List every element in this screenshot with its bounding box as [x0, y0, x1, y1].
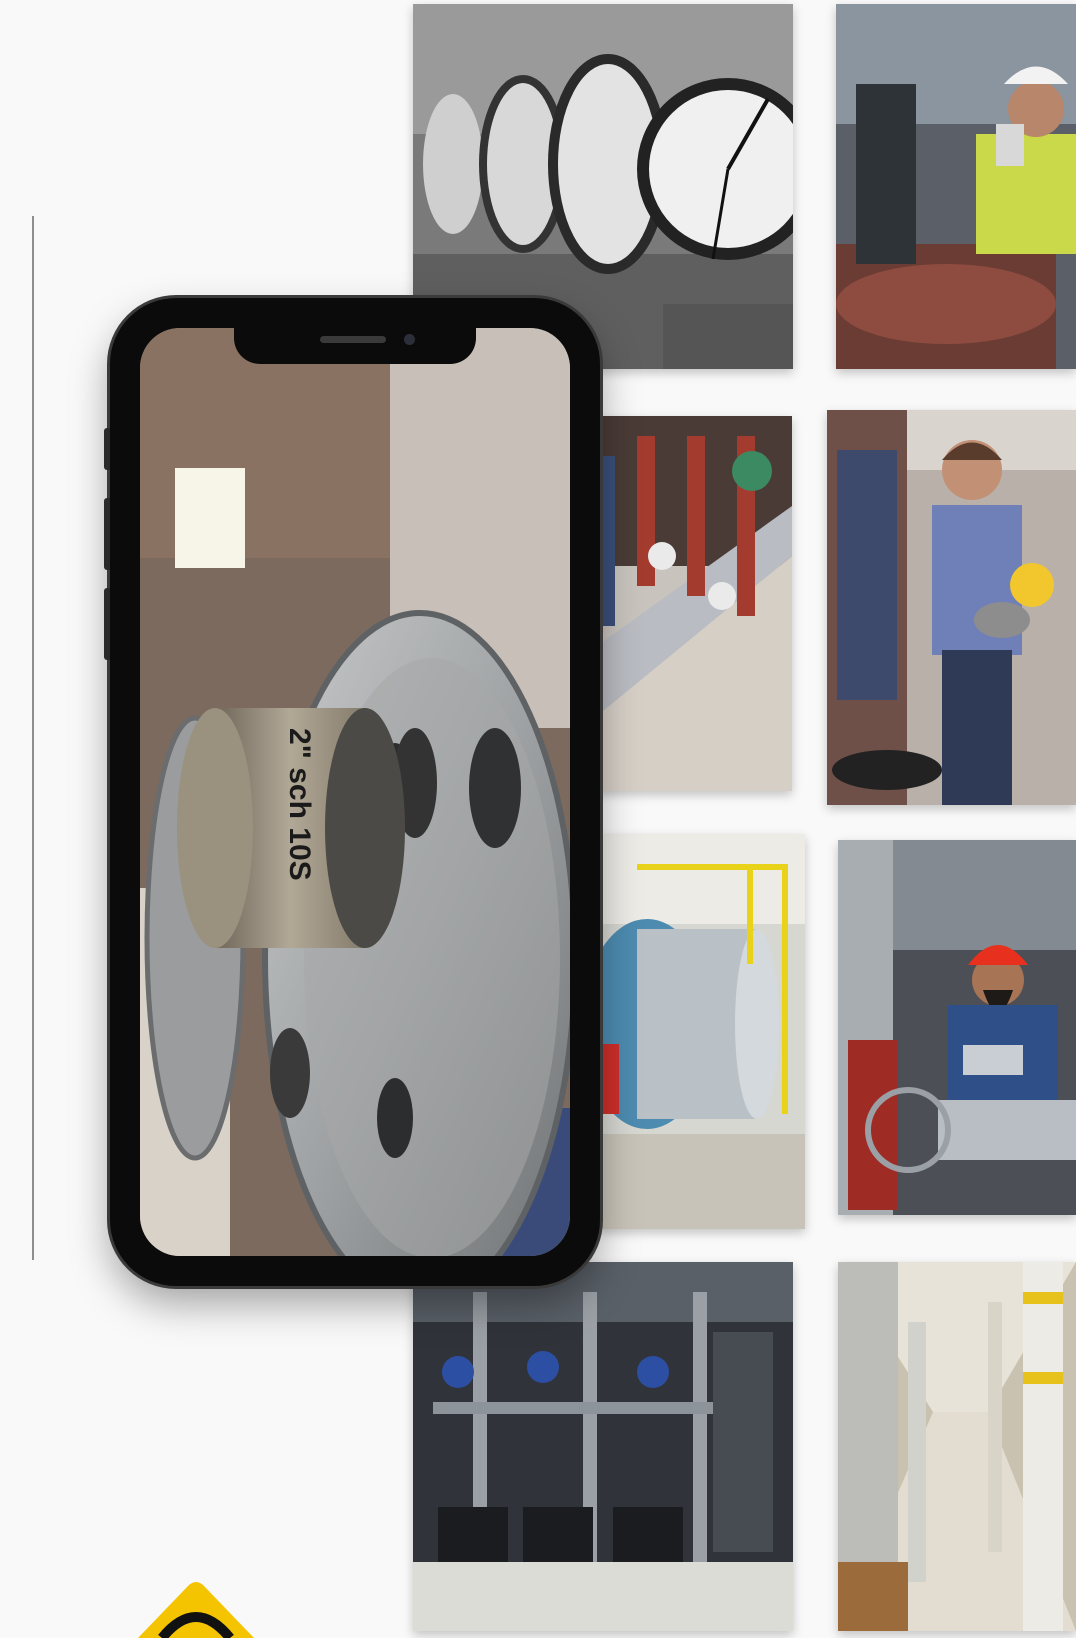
phone-volume-down-button — [104, 588, 110, 660]
phone-notch — [234, 328, 476, 364]
phone-side-button — [104, 428, 110, 470]
gallery-tile-engineer-red-helmet[interactable] — [838, 840, 1076, 1215]
gallery-tile-boiler-room[interactable] — [597, 834, 805, 1229]
boiler-room-image — [597, 834, 805, 1229]
technicians-inspecting-image — [827, 410, 1076, 805]
phone-mockup: 2" sch 10S — [104, 298, 600, 1286]
phone-volume-up-button — [104, 498, 110, 570]
pump-station-image — [413, 1262, 793, 1631]
brand-logo-icon — [138, 1582, 254, 1638]
phone-speaker — [320, 336, 386, 343]
inspector-with-tablet-image — [836, 4, 1076, 369]
vertical-divider — [32, 216, 34, 1260]
engineer-red-helmet-image — [838, 840, 1076, 1215]
phone-screen: 2" sch 10S — [140, 328, 570, 1256]
pipe-corridor-image — [838, 1262, 1076, 1631]
phone-camera — [404, 334, 415, 345]
gallery-tile-pipe-valves[interactable] — [597, 416, 792, 791]
gallery-tile-technicians-inspecting[interactable] — [827, 410, 1076, 805]
gallery-tile-pipe-corridor[interactable] — [838, 1262, 1076, 1631]
pipe-flange-photo: 2" sch 10S — [140, 328, 570, 1256]
gallery-tile-inspector-tablet[interactable] — [836, 4, 1076, 369]
pipe-valves-image — [597, 416, 792, 791]
flange-marking-text: 2" sch 10S — [283, 728, 316, 881]
gallery-tile-pump-station[interactable] — [413, 1262, 793, 1631]
